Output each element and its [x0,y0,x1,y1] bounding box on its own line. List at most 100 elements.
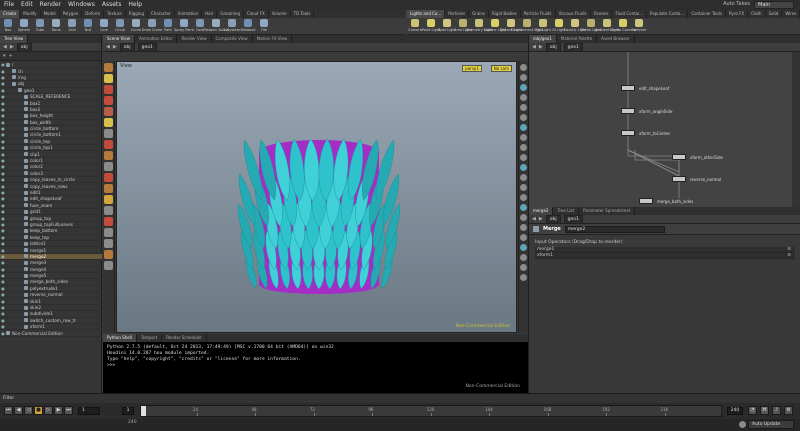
visibility-icon[interactable]: ● [0,311,6,316]
menu-item-render[interactable]: Render [40,0,61,10]
node-xform-otherside[interactable] [672,154,686,160]
python-console[interactable]: Python 2.7.5 (default, Oct 24 2013, 17:4… [103,342,528,393]
display-option-icon[interactable] [520,194,527,201]
display-option-icon[interactable] [520,104,527,111]
display-option-icon[interactable] [520,204,527,211]
viewport-tool-icon[interactable] [104,118,113,127]
input-row[interactable]: xform1 ≡ [535,253,795,259]
visibility-icon[interactable]: ● [0,145,6,150]
visibility-icon[interactable]: ● [0,81,6,86]
tab-render-scheduler[interactable]: Render Scheduler [162,334,207,342]
tab-fluid-contai-[interactable]: Fluid Contai... [612,10,648,18]
tab-model[interactable]: Model [41,10,60,18]
realtime-icon[interactable]: ◔ [748,406,757,415]
display-option-icon[interactable] [520,264,527,271]
viewport-tool-icon[interactable] [104,195,113,204]
tab-composite-view[interactable]: Composite View [212,35,253,43]
tab-cloud-fx[interactable]: Cloud FX [244,10,269,18]
sphere-tool[interactable]: Sphere [16,18,32,34]
viewport-tool-icon[interactable] [104,228,113,237]
start-frame-field[interactable]: 1 [122,407,134,415]
viewport-tool-icon[interactable] [104,85,113,94]
visibility-icon[interactable]: ● [0,324,6,329]
visibility-icon[interactable]: ● [0,279,6,284]
display-option-icon[interactable] [520,234,527,241]
visibility-icon[interactable]: ● [0,69,6,74]
torus-tool[interactable]: Torus [48,18,64,34]
node-xform-angleside[interactable] [621,108,635,114]
tab-polygon[interactable]: Polygon [60,10,83,18]
viewport-tool-icon[interactable] [104,140,113,149]
stereo-camera-tool[interactable]: Stereo Camera [610,18,636,34]
auto-update-button[interactable]: Auto Update [748,420,794,429]
step-back-icon[interactable]: ◀ [14,406,23,415]
visibility-icon[interactable]: ● [0,260,6,265]
viewport-tool-icon[interactable] [104,206,113,215]
menu-item-edit[interactable]: Edit [21,0,33,10]
tree-item-non-commercial-edition[interactable]: ● Non-Commercial Edition [0,330,102,337]
network-canvas[interactable]: edit_shapeLeaf xform_angleSide xform_toC… [529,52,793,207]
visibility-icon[interactable]: ● [0,216,6,221]
visibility-icon[interactable]: ● [0,164,6,169]
timeline-slider[interactable]: 24 48 72 96 120 144 168 192 216 [140,405,722,417]
box-tool[interactable]: Box [0,18,16,34]
filter-icon[interactable]: ▾ [3,53,6,59]
visibility-icon[interactable]: ● [0,286,6,291]
draw-curve-tool[interactable]: Draw Curve [142,18,162,34]
tab-textport[interactable]: Textport [137,334,163,342]
point-light-tool[interactable]: Point Light [422,18,440,34]
auto-takes-label[interactable]: Auto Takes [723,1,750,7]
network-scrollbar[interactable] [792,52,800,207]
desktop-select[interactable]: Main [754,1,794,9]
display-option-icon[interactable] [520,114,527,121]
path-obj[interactable]: obj [119,42,135,52]
visibility-icon[interactable]: ● [0,171,6,176]
visibility-icon[interactable]: ● [0,299,6,304]
visibility-icon[interactable]: ● [0,158,6,163]
tab-pyro-fx[interactable]: Pyro FX [726,10,749,18]
expand-icon[interactable]: + [9,53,13,59]
visibility-icon[interactable]: ● [0,305,6,310]
visibility-icon[interactable]: ● [0,107,6,112]
tab-td-tools[interactable]: TD Tools [291,10,315,18]
visibility-icon[interactable]: ● [0,120,6,125]
viewport-tool-icon[interactable] [104,250,113,259]
stop-icon[interactable]: ■ [34,406,43,415]
global-anim-options-icon[interactable]: ⚙ [784,406,793,415]
step-forward-icon[interactable]: ▶ [54,406,63,415]
grid-tool[interactable]: Grid [64,18,80,34]
node-reverse-normal[interactable] [672,176,686,182]
display-option-icon[interactable] [520,74,527,81]
menu-item-windows[interactable]: Windows [68,0,95,10]
tab-solid[interactable]: Solid [766,10,783,18]
display-option-icon[interactable] [520,64,527,71]
display-option-icon[interactable] [520,244,527,251]
tab-character[interactable]: Character [148,10,175,18]
visibility-icon[interactable]: ● [0,75,6,80]
filter-label[interactable]: Filter [3,394,14,403]
display-option-icon[interactable] [520,254,527,261]
visibility-icon[interactable]: ● [0,248,6,253]
visibility-icon[interactable]: ● [0,184,6,189]
sound-icon[interactable]: ♪ [772,406,781,415]
file-tool[interactable]: File [256,18,272,34]
row-handle-icon[interactable]: ≡ [787,247,791,252]
node-edit-shapeleaf[interactable] [621,85,635,91]
tab-particle-fluids[interactable]: Particle Fluids [521,10,556,18]
tab-rigging[interactable]: Rigging [126,10,148,18]
display-option-icon[interactable] [520,144,527,151]
path-geo1[interactable]: geo1 [563,214,583,224]
visibility-icon[interactable]: ● [0,254,6,259]
visibility-icon[interactable]: ● [0,209,6,214]
path-obj[interactable]: obj [545,214,561,224]
visibility-icon[interactable]: ● [0,132,6,137]
jump-end-icon[interactable]: ⏭ [64,406,73,415]
display-option-icon[interactable] [520,164,527,171]
tab-grooming[interactable]: Grooming [217,10,244,18]
viewport-tool-icon[interactable] [104,129,113,138]
back-icon[interactable]: ◀ [532,216,536,222]
visibility-icon[interactable]: ● [0,228,6,233]
display-option-icon[interactable] [520,184,527,191]
visibility-icon[interactable]: ● [0,235,6,240]
tab-grains[interactable]: Grains [469,10,490,18]
